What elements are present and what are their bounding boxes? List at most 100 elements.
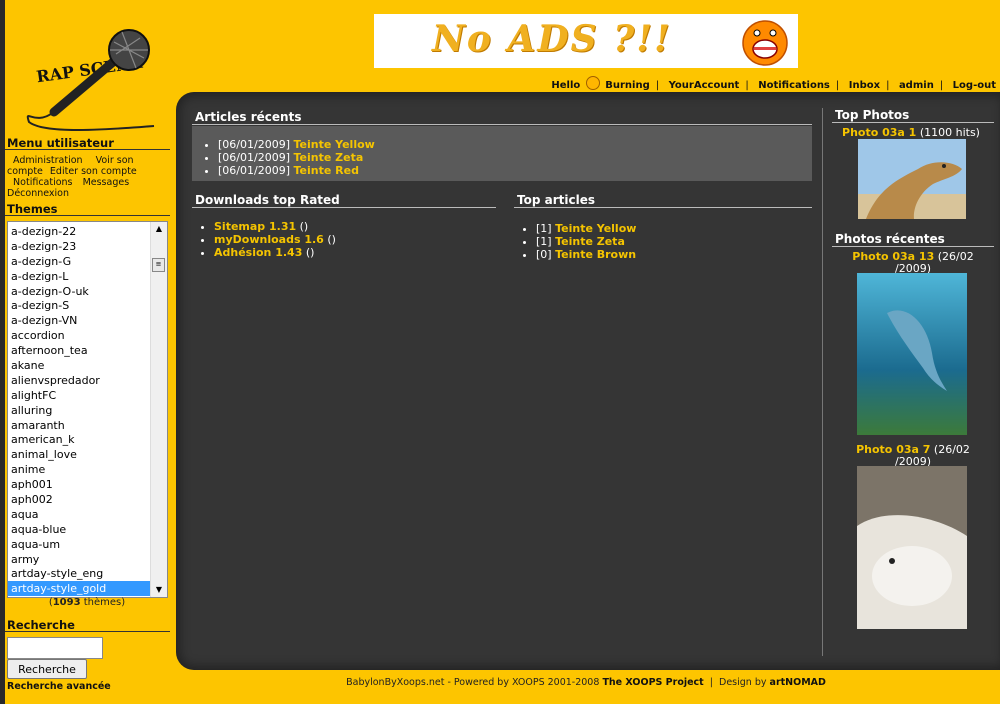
recent-photo-caption: Photo 03a 7 (26/02 /2009)	[830, 444, 996, 468]
top-photos-title: Top Photos	[835, 108, 910, 122]
nav-admin[interactable]: admin	[899, 80, 934, 91]
theme-option[interactable]: a-dezign-VN	[8, 313, 150, 328]
banner-text: No ADS ?!!	[432, 18, 672, 60]
link-notifications[interactable]: Notifications	[13, 177, 72, 188]
themes-count-value: 1093	[52, 597, 81, 608]
theme-option[interactable]: a-dezign-S	[8, 298, 150, 313]
theme-option[interactable]: alluring	[8, 403, 150, 418]
photo-date: (26/02	[933, 443, 970, 456]
article-count: [0]	[536, 248, 552, 261]
scroll-up-icon[interactable]: ▲	[151, 222, 167, 236]
theme-option[interactable]: alightFC	[8, 388, 150, 403]
theme-option[interactable]: aqua-um	[8, 537, 150, 552]
site-logo[interactable]: RAP SCENA	[14, 2, 164, 132]
divider	[192, 124, 812, 125]
theme-option[interactable]: a-dezign-22	[8, 224, 150, 239]
download-rating: ()	[299, 220, 309, 233]
link-messages[interactable]: Messages	[83, 177, 130, 188]
downloads-list: Sitemap 1.31 () myDownloads 1.6 () Adhés…	[196, 220, 336, 259]
article-link[interactable]: Teinte Brown	[555, 248, 636, 261]
nav-logout[interactable]: Log-out	[953, 80, 996, 91]
search-input[interactable]	[7, 637, 103, 659]
theme-option[interactable]: afternoon_tea	[8, 343, 150, 358]
download-link[interactable]: myDownloads 1.6	[214, 233, 324, 246]
user-menu-title: Menu utilisateur	[7, 136, 114, 150]
footer-site: BabylonByXoops.net - Powered by XOOPS 20…	[346, 677, 600, 688]
article-count: [1]	[536, 222, 552, 235]
theme-option[interactable]: army	[8, 552, 150, 567]
article-count: [1]	[536, 235, 552, 248]
themes-list: a-dezign-22 a-dezign-23 a-dezign-G a-dezign…	[8, 224, 150, 597]
theme-option[interactable]: a-dezign-O-uk	[8, 284, 150, 299]
polar-bear-photo[interactable]	[857, 466, 967, 629]
divider	[5, 215, 170, 216]
theme-option[interactable]: aqua-blue	[8, 522, 150, 537]
nav-inbox[interactable]: Inbox	[849, 80, 880, 91]
themes-count: (1093 thèmes)	[48, 597, 126, 608]
link-logout[interactable]: Déconnexion	[7, 188, 69, 199]
article-link[interactable]: Teinte Zeta	[555, 235, 625, 248]
download-link[interactable]: Adhésion 1.43	[214, 246, 302, 259]
footer-project-link[interactable]: The XOOPS Project	[602, 677, 703, 688]
footer: BabylonByXoops.net - Powered by XOOPS 20…	[346, 677, 826, 688]
theme-option[interactable]: aph002	[8, 492, 150, 507]
theme-option[interactable]: amaranth	[8, 418, 150, 433]
camel-photo[interactable]	[858, 139, 966, 219]
theme-option[interactable]: artday-style_gold	[8, 581, 150, 597]
download-rating: ()	[327, 233, 336, 246]
column-divider	[822, 108, 823, 656]
nav-your-account[interactable]: YourAccount	[669, 80, 740, 91]
download-link[interactable]: Sitemap 1.31	[214, 220, 296, 233]
article-date: [06/01/2009]	[218, 138, 290, 151]
theme-option[interactable]: animal_love	[8, 447, 150, 462]
theme-option[interactable]: american_k	[8, 432, 150, 447]
downloads-title: Downloads top Rated	[195, 193, 340, 207]
dolphin-photo[interactable]	[857, 273, 967, 435]
top-articles-list: [1] Teinte Yellow [1] Teinte Zeta [0] Te…	[518, 222, 636, 261]
smiley-icon	[585, 76, 600, 90]
list-item: myDownloads 1.6 ()	[214, 233, 336, 246]
list-item: [0] Teinte Brown	[536, 248, 636, 261]
download-rating: ()	[305, 246, 315, 259]
theme-option[interactable]: a-dezign-23	[8, 239, 150, 254]
article-link[interactable]: Teinte Yellow	[293, 138, 374, 151]
recent-articles-title: Articles récents	[195, 110, 302, 124]
recent-photos-title: Photos récentes	[835, 232, 945, 246]
top-articles-title: Top articles	[517, 193, 595, 207]
theme-option[interactable]: aph001	[8, 477, 150, 492]
theme-option[interactable]: a-dezign-L	[8, 269, 150, 284]
divider	[192, 207, 496, 208]
theme-option[interactable]: alienvspredador	[8, 373, 150, 388]
theme-option[interactable]: accordion	[8, 328, 150, 343]
link-administration[interactable]: Administration	[13, 155, 83, 166]
recent-articles-box: [06/01/2009] Teinte Yellow [06/01/2009] …	[192, 126, 812, 181]
photo-link[interactable]: Photo 03a 1	[842, 126, 916, 139]
theme-option[interactable]: akane	[8, 358, 150, 373]
nav-notifications[interactable]: Notifications	[758, 80, 830, 91]
search-button[interactable]: Recherche	[7, 659, 87, 679]
divider	[514, 207, 812, 208]
photo-hits: (1100 hits)	[919, 126, 980, 139]
recent-photo-caption: Photo 03a 13 (26/02 /2009)	[830, 251, 996, 275]
article-date: [06/01/2009]	[218, 164, 290, 177]
scroll-down-icon[interactable]: ▼	[151, 583, 167, 597]
themes-scrollbar[interactable]: ▲ ≡ ▼	[150, 222, 167, 597]
top-photo-caption: Photo 03a 1 (1100 hits)	[826, 127, 996, 139]
list-item: [1] Teinte Zeta	[536, 235, 636, 248]
user-menu-links: Administration Voir son compte Editer so…	[7, 155, 167, 199]
list-item: Sitemap 1.31 ()	[214, 220, 336, 233]
divider	[832, 246, 994, 247]
link-edit-account[interactable]: Editer son compte	[50, 166, 137, 177]
theme-option[interactable]: aqua	[8, 507, 150, 522]
ad-banner[interactable]: No ADS ?!!	[374, 14, 798, 68]
themes-listbox[interactable]: a-dezign-22 a-dezign-23 a-dezign-G a-dezign…	[7, 221, 168, 598]
article-link[interactable]: Teinte Red	[293, 164, 358, 177]
theme-option[interactable]: a-dezign-G	[8, 254, 150, 269]
theme-option[interactable]: anime	[8, 462, 150, 477]
article-link[interactable]: Teinte Yellow	[555, 222, 636, 235]
theme-option[interactable]: artday-style_eng	[8, 566, 150, 581]
article-link[interactable]: Teinte Zeta	[293, 151, 363, 164]
left-edge-strip	[0, 0, 5, 704]
scroll-thumb[interactable]: ≡	[152, 258, 165, 272]
footer-designer-link[interactable]: artNOMAD	[770, 677, 826, 688]
